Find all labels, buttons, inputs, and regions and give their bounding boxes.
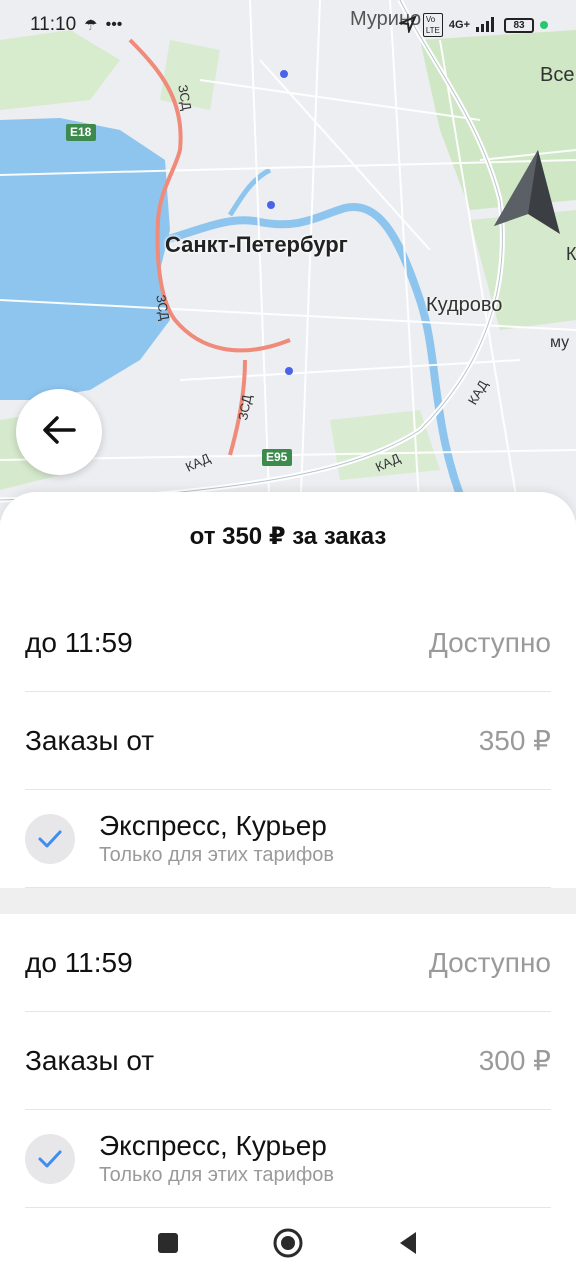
map-label-kudrovo: Кудрово: [426, 294, 503, 316]
tariffs-row: Экспресс, Курьер Только для этих тарифов: [25, 1110, 551, 1208]
signal-icon: [476, 16, 498, 35]
schedule-block-2[interactable]: до 11:59 Доступно Заказы от 300 ₽ Экспре…: [0, 914, 576, 1208]
sheet-title: от 350 ₽ за заказ: [189, 523, 387, 550]
time-label: до 11:59: [25, 946, 133, 978]
bottom-sheet: от 350 ₽ за заказ до 11:59 Доступно Зака…: [0, 492, 576, 1210]
network-type: 4G+: [448, 19, 470, 31]
map-label-vse: Все: [540, 64, 575, 86]
arrow-left-icon: [42, 415, 76, 450]
more-icon: •••: [105, 16, 123, 33]
status-time: 11:10: [30, 14, 77, 35]
square-icon[interactable]: [156, 1231, 180, 1260]
status-bar: 11:10 ☂ ••• Vo LTE 4G+ 83: [0, 0, 576, 50]
time-label: до 11:59: [25, 626, 133, 658]
tariffs-row: Экспресс, Курьер Только для этих тарифов: [25, 790, 551, 888]
availability-row: до 11:59 Доступно: [25, 594, 551, 692]
umbrella-icon: ☂: [84, 17, 98, 34]
system-nav-bar: [0, 1210, 576, 1280]
battery-icon: 83: [504, 17, 534, 33]
checkmark-icon: [25, 813, 75, 864]
orders-price: 300 ₽: [478, 1045, 551, 1076]
tariffs-note: Только для этих тарифов: [99, 843, 335, 866]
back-button[interactable]: [16, 389, 102, 475]
map-label-e18: E18: [70, 125, 92, 139]
map-label-city: Санкт-Петербург: [165, 232, 348, 257]
privacy-dot-icon: [540, 21, 548, 29]
availability-row: до 11:59 Доступно: [25, 914, 551, 1012]
section-divider: [0, 888, 576, 914]
orders-row: Заказы от 300 ₽: [25, 1012, 551, 1110]
orders-label: Заказы от: [25, 724, 155, 756]
tariffs-note: Только для этих тарифов: [99, 1163, 335, 1186]
location-arrow-icon: [397, 14, 417, 36]
back-triangle-icon[interactable]: [396, 1230, 420, 1261]
tariffs-label: Экспресс, Курьер: [99, 809, 327, 841]
orders-row: Заказы от 350 ₽: [25, 692, 551, 790]
schedule-block-1[interactable]: до 11:59 Доступно Заказы от 350 ₽ Экспре…: [0, 594, 576, 888]
volte-icon: Vo LTE: [422, 13, 443, 37]
orders-label: Заказы от: [25, 1044, 155, 1076]
availability-status: Доступно: [428, 946, 551, 978]
map-label-e95: E95: [266, 450, 288, 464]
map-label-k: К: [566, 244, 576, 264]
battery-level: 83: [513, 19, 525, 31]
map-label-mu: му: [550, 334, 570, 351]
home-circle-icon[interactable]: [272, 1227, 304, 1264]
orders-price: 350 ₽: [478, 725, 551, 756]
checkmark-icon: [25, 1133, 75, 1184]
tariffs-label: Экспресс, Курьер: [99, 1129, 327, 1161]
availability-status: Доступно: [428, 626, 551, 658]
